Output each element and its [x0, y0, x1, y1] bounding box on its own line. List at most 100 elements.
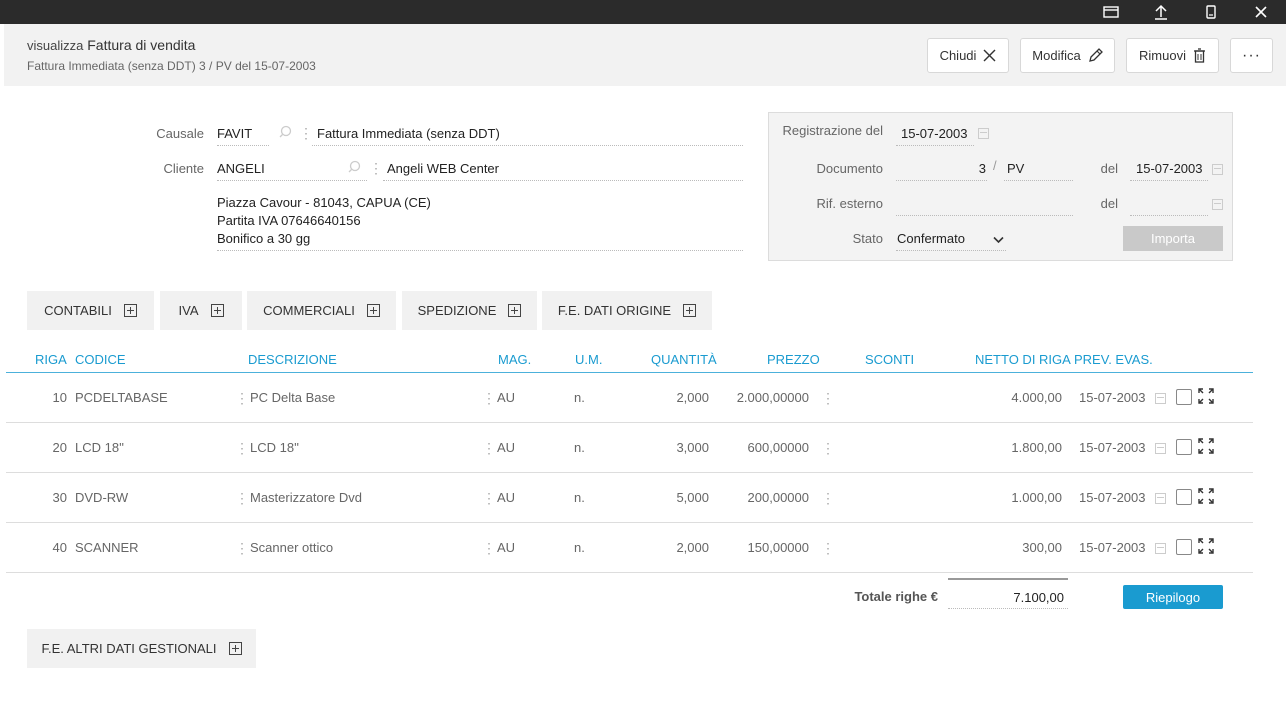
col-header-sconti[interactable]: SCONTI	[865, 352, 914, 367]
causale-code-field[interactable]: FAVIT	[217, 126, 252, 141]
row-menu-icon[interactable]: ⋮	[821, 391, 835, 405]
row-menu-icon[interactable]: ⋮	[821, 491, 835, 505]
col-header-prezzo[interactable]: PREZZO	[767, 352, 820, 367]
section-spedizione[interactable]: SPEDIZIONE	[402, 291, 537, 330]
remove-button[interactable]: Rimuovi	[1126, 38, 1219, 73]
title-main: Fattura di vendita	[87, 37, 196, 53]
pencil-icon	[1088, 48, 1103, 63]
search-icon[interactable]	[279, 125, 292, 141]
row-menu-icon[interactable]: ⋮	[482, 441, 496, 455]
address-line-1: Piazza Cavour - 81043, CAPUA (CE)	[217, 195, 431, 210]
chevron-down-icon[interactable]	[993, 232, 1004, 247]
expand-icon[interactable]	[1198, 388, 1214, 407]
close-button-label: Chiudi	[939, 48, 977, 63]
col-header-um[interactable]: U.M.	[575, 352, 602, 367]
row-checkbox[interactable]	[1176, 539, 1192, 555]
section-commerciali[interactable]: COMMERCIALI	[247, 291, 396, 330]
remove-button-label: Rimuovi	[1139, 48, 1186, 63]
cliente-menu-icon[interactable]: ⋮	[369, 161, 383, 175]
row-menu-icon[interactable]: ⋮	[482, 491, 496, 505]
upload-icon[interactable]	[1149, 0, 1173, 24]
col-header-netto[interactable]: NETTO DI RIGA	[975, 352, 1071, 367]
trash-icon	[1193, 48, 1206, 63]
cell-prev-evas: 15-07-2003	[1079, 540, 1146, 555]
registrazione-underline	[896, 145, 974, 146]
calendar-icon[interactable]	[1155, 543, 1166, 554]
row-checkbox[interactable]	[1176, 389, 1192, 405]
address-line-2: Partita IVA 07646640156	[217, 213, 361, 228]
row-menu-icon[interactable]: ⋮	[482, 391, 496, 405]
section-label: IVA	[178, 303, 199, 318]
row-menu-icon[interactable]: ⋮	[235, 391, 249, 405]
documento-number-field[interactable]: 3	[900, 161, 986, 176]
row-checkbox[interactable]	[1176, 439, 1192, 455]
calendar-icon[interactable]	[1155, 393, 1166, 404]
edit-button[interactable]: Modifica	[1020, 38, 1115, 73]
causale-label: Causale	[156, 126, 204, 141]
close-window-icon[interactable]	[1249, 0, 1273, 24]
row-menu-icon[interactable]: ⋮	[235, 441, 249, 455]
col-header-descrizione[interactable]: DESCRIZIONE	[248, 352, 337, 367]
calendar-icon[interactable]	[1155, 443, 1166, 454]
col-header-mag[interactable]: MAG.	[498, 352, 531, 367]
restore-window-icon[interactable]	[1099, 0, 1123, 24]
cell-mag: AU	[497, 490, 516, 505]
cliente-code-field[interactable]: ANGELI	[217, 161, 265, 176]
section-iva[interactable]: IVA	[160, 291, 242, 330]
table-row[interactable]: 30 DVD-RW ⋮ Masterizzatore Dvd ⋮ AU n. 5…	[6, 473, 1253, 523]
documento-slash: /	[993, 158, 997, 173]
cell-prezzo: 600,00000	[747, 440, 809, 455]
stato-underline	[896, 250, 1006, 251]
calendar-icon[interactable]	[1155, 493, 1166, 504]
page-subtitle: Fattura Immediata (senza DDT) 3 / PV del…	[27, 59, 316, 73]
calendar-icon[interactable]	[1212, 199, 1223, 210]
rif-esterno-field[interactable]	[896, 215, 1073, 216]
row-menu-icon[interactable]: ⋮	[482, 541, 496, 555]
table-row[interactable]: 40 SCANNER ⋮ Scanner ottico ⋮ AU n. 2,00…	[6, 523, 1253, 573]
expand-icon[interactable]	[1198, 538, 1214, 557]
documento-series-field[interactable]: PV	[1007, 161, 1024, 176]
row-menu-icon[interactable]: ⋮	[821, 541, 835, 555]
cell-um: n.	[574, 540, 585, 555]
expand-icon[interactable]	[1198, 488, 1214, 507]
table-row[interactable]: 20 LCD 18'' ⋮ LCD 18'' ⋮ AU n. 3,000 600…	[6, 423, 1253, 473]
row-menu-icon[interactable]: ⋮	[235, 491, 249, 505]
cliente-label: Cliente	[163, 161, 204, 176]
table-row[interactable]: 10 PCDELTABASE ⋮ PC Delta Base ⋮ AU n. 2…	[6, 373, 1253, 423]
rif-date-field[interactable]	[1130, 215, 1208, 216]
device-icon[interactable]	[1199, 0, 1223, 24]
documento-label: Documento	[816, 161, 883, 176]
col-header-quantita[interactable]: QUANTITÀ	[651, 352, 717, 367]
stato-select[interactable]: Confermato	[897, 231, 965, 246]
col-header-riga[interactable]: RIGA	[35, 352, 67, 367]
cell-descrizione: PC Delta Base	[250, 390, 336, 405]
close-button[interactable]: Chiudi	[927, 38, 1009, 73]
col-header-codice[interactable]: CODICE	[75, 352, 126, 367]
calendar-icon[interactable]	[1212, 164, 1223, 175]
section-fe-altri-dati[interactable]: F.E. ALTRI DATI GESTIONALI	[27, 629, 256, 668]
registrazione-date-field[interactable]: 15-07-2003	[901, 126, 968, 141]
row-menu-icon[interactable]: ⋮	[821, 441, 835, 455]
section-fe-dati-origine[interactable]: F.E. DATI ORIGINE	[542, 291, 712, 330]
cell-prev-evas: 15-07-2003	[1079, 490, 1146, 505]
cell-netto: 1.000,00	[1011, 490, 1062, 505]
documento-del-label: del	[1100, 161, 1118, 176]
col-header-prev-evas[interactable]: PREV. EVAS.	[1074, 352, 1153, 367]
search-icon[interactable]	[348, 160, 361, 176]
row-checkbox[interactable]	[1176, 489, 1192, 505]
cell-codice: DVD-RW	[75, 490, 129, 505]
documento-date-field[interactable]: 15-07-2003	[1136, 161, 1203, 176]
cell-riga: 40	[52, 540, 67, 555]
cell-um: n.	[574, 440, 585, 455]
riepilogo-button[interactable]: Riepilogo	[1123, 585, 1223, 609]
expand-plus-icon	[366, 304, 380, 317]
expand-icon[interactable]	[1198, 438, 1214, 457]
causale-menu-icon[interactable]: ⋮	[299, 126, 313, 140]
row-menu-icon[interactable]: ⋮	[235, 541, 249, 555]
import-button[interactable]: Importa	[1123, 226, 1223, 251]
calendar-icon[interactable]	[978, 128, 989, 139]
cell-codice: PCDELTABASE	[75, 390, 168, 405]
cell-prezzo: 150,00000	[747, 540, 809, 555]
section-contabili[interactable]: CONTABILI	[27, 291, 154, 330]
more-button[interactable]: ···	[1230, 38, 1273, 73]
